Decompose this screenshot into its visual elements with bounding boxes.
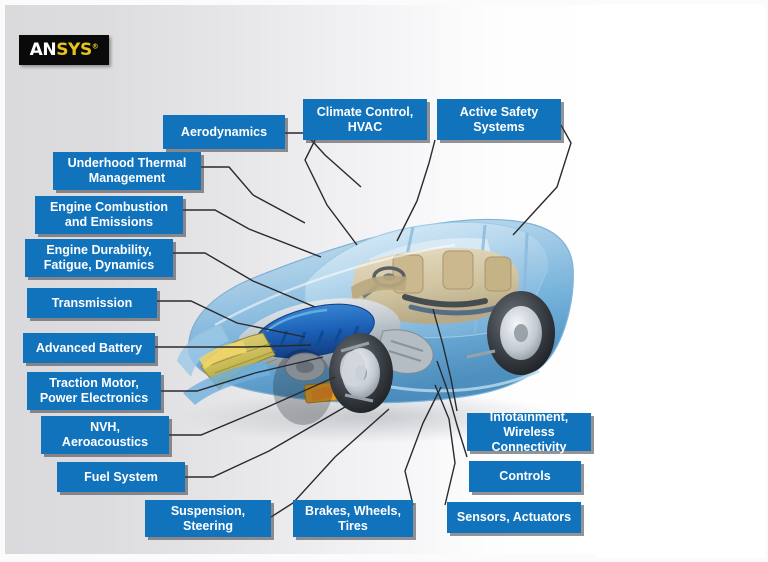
callout-active-safety-systems[interactable]: Active Safety Systems [437,99,561,140]
callout-aerodynamics[interactable]: Aerodynamics [163,115,285,149]
callout-label: Climate Control, HVAC [316,104,414,134]
callout-label: Traction Motor, Power Electronics [39,376,149,405]
callout-label: Infotainment, Wireless Connectivity [489,409,569,454]
callout-label: Aerodynamics [180,124,268,139]
callout-label: Transmission [51,295,133,310]
callout-label: Engine Combustion and Emissions [49,200,169,229]
callout-fuel-system[interactable]: Fuel System [57,462,185,492]
capabilities-panel: Fluid Dynamics Thermal Static Structural… [595,4,765,558]
callout-brakes-wheels-tires[interactable]: Brakes, Wheels, Tires [293,500,413,537]
callout-label: Sensors, Actuators [456,510,572,524]
ansys-logo: ANSYS® [19,35,109,65]
callout-advanced-battery[interactable]: Advanced Battery [23,333,155,363]
callout-label: Fuel System [84,469,158,484]
callout-climate-control-hvac[interactable]: Climate Control, HVAC [303,99,427,140]
callout-suspension-steering[interactable]: Suspension, Steering [145,500,271,537]
logo-text-an: AN [29,39,57,60]
logo-registered-icon: ® [91,41,99,50]
diagram-root: ANSYS® Aerodynamics Climate Control, HVA… [0,0,768,562]
callout-label: Suspension, Steering [170,503,246,533]
callout-underhood-thermal-management[interactable]: Underhood Thermal Management [53,152,201,190]
callout-label: Underhood Thermal Management [67,156,187,185]
callout-sensors-actuators[interactable]: Sensors, Actuators [447,502,581,533]
logo-text-sys: SYS [56,39,92,60]
callout-nvh-aeroacoustics[interactable]: NVH, Aeroacoustics [41,416,169,454]
callout-infotainment-wireless-connectivity[interactable]: Infotainment, Wireless Connectivity [467,410,591,454]
callout-label: Engine Durability, Fatigue, Dynamics [43,243,155,272]
callout-controls[interactable]: Controls [469,461,581,492]
callout-label: NVH, Aeroacoustics [61,420,149,449]
callout-label: Controls [499,469,551,483]
callout-label: Active Safety Systems [459,104,539,134]
callout-traction-motor-power-electronics[interactable]: Traction Motor, Power Electronics [27,372,161,410]
callout-label: Advanced Battery [35,340,143,355]
callout-engine-combustion-and-emissions[interactable]: Engine Combustion and Emissions [35,196,183,234]
diagram-stage: ANSYS® Aerodynamics Climate Control, HVA… [5,5,595,554]
callout-transmission[interactable]: Transmission [27,288,157,318]
callout-engine-durability-fatigue-dynamics[interactable]: Engine Durability, Fatigue, Dynamics [25,239,173,277]
callout-label: Brakes, Wheels, Tires [305,503,401,533]
